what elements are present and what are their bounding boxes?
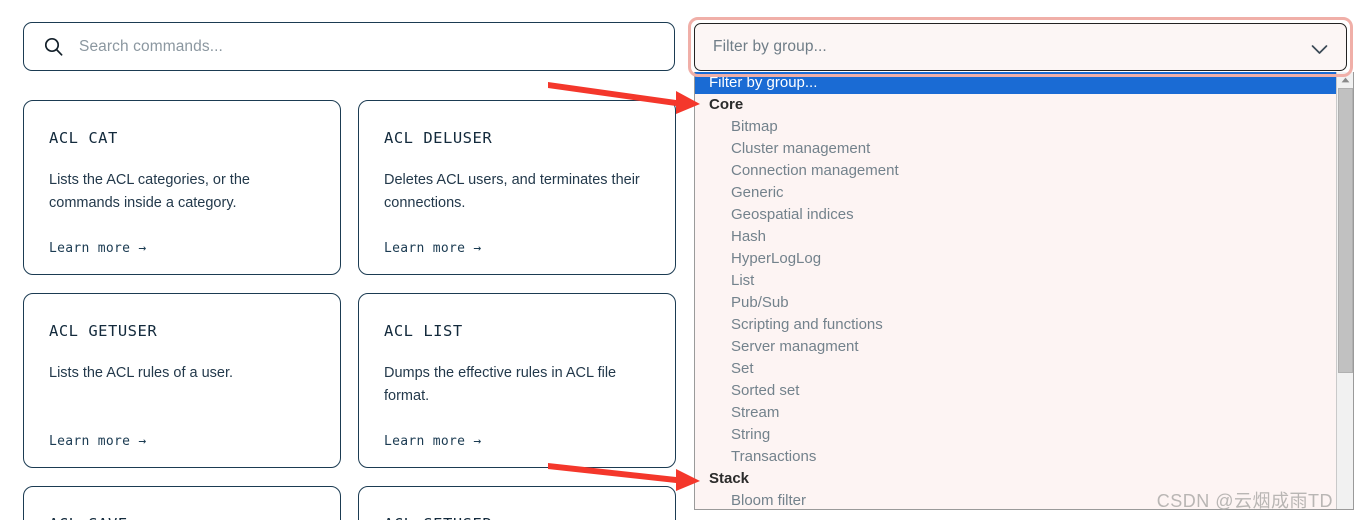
command-browser-page: Search commands... ACL CAT Lists the ACL…	[0, 0, 1355, 520]
option-server-managment[interactable]: Server managment	[695, 336, 1353, 358]
command-card[interactable]: ACL SETUSER	[358, 486, 676, 520]
command-card-grid: ACL CAT Lists the ACL categories, or the…	[23, 100, 683, 520]
option-pub-sub[interactable]: Pub/Sub	[695, 292, 1353, 314]
chevron-down-icon	[1311, 42, 1328, 54]
command-title: ACL CAT	[49, 129, 118, 147]
learn-more-link[interactable]: Learn more →	[384, 241, 650, 256]
option-connection-management[interactable]: Connection management	[695, 160, 1353, 182]
option-filter-by-group[interactable]: Filter by group...	[695, 72, 1353, 94]
command-title: ACL LIST	[384, 322, 463, 340]
option-generic[interactable]: Generic	[695, 182, 1353, 204]
command-title: ACL GETUSER	[49, 322, 158, 340]
command-title: ACL SAVE	[49, 515, 315, 520]
learn-more-link[interactable]: Learn more →	[384, 434, 650, 449]
option-cluster-management[interactable]: Cluster management	[695, 138, 1353, 160]
option-stream[interactable]: Stream	[695, 402, 1353, 424]
scroll-up-icon[interactable]	[1337, 72, 1353, 87]
command-description: Lists the ACL rules of a user.	[49, 365, 234, 381]
search-icon	[44, 37, 63, 56]
command-card[interactable]: ACL LIST Dumps the effective rules in AC…	[358, 293, 676, 468]
command-description: Deletes ACL users, and terminates their …	[384, 172, 640, 212]
command-card[interactable]: ACL GETUSER Lists the ACL rules of a use…	[23, 293, 341, 468]
csdn-watermark: CSDN @云烟成雨TD	[1156, 491, 1333, 511]
filter-by-group-listbox[interactable]: Filter by group... Core Bitmap Cluster m…	[694, 72, 1354, 510]
command-card[interactable]: ACL SAVE	[23, 486, 341, 520]
option-list[interactable]: List	[695, 270, 1353, 292]
optgroup-core: Core	[709, 96, 744, 113]
command-card[interactable]: ACL CAT Lists the ACL categories, or the…	[23, 100, 341, 275]
scrollbar-thumb[interactable]	[1338, 88, 1353, 373]
listbox-scrollbar[interactable]	[1336, 72, 1353, 509]
option-hash[interactable]: Hash	[695, 226, 1353, 248]
learn-more-link[interactable]: Learn more →	[49, 434, 315, 449]
filter-by-group-value: Filter by group...	[713, 38, 827, 55]
option-transactions[interactable]: Transactions	[695, 446, 1353, 468]
option-hyperloglog[interactable]: HyperLogLog	[695, 248, 1353, 270]
filter-by-group-select[interactable]: Filter by group...	[694, 23, 1347, 71]
search-input[interactable]: Search commands...	[23, 22, 675, 71]
option-scripting-and-functions[interactable]: Scripting and functions	[695, 314, 1353, 336]
option-geospatial-indices[interactable]: Geospatial indices	[695, 204, 1353, 226]
command-title: ACL SETUSER	[384, 515, 650, 520]
learn-more-link[interactable]: Learn more →	[49, 241, 315, 256]
commands-pane: Search commands... ACL CAT Lists the ACL…	[0, 0, 690, 520]
option-sorted-set[interactable]: Sorted set	[695, 380, 1353, 402]
command-description: Dumps the effective rules in ACL file fo…	[384, 365, 617, 405]
command-card[interactable]: ACL DELUSER Deletes ACL users, and termi…	[358, 100, 676, 275]
command-title: ACL DELUSER	[384, 129, 493, 147]
command-description: Lists the ACL categories, or the command…	[49, 172, 250, 212]
option-string[interactable]: String	[695, 424, 1353, 446]
option-bitmap[interactable]: Bitmap	[695, 116, 1353, 138]
search-placeholder: Search commands...	[79, 37, 223, 55]
option-set[interactable]: Set	[695, 358, 1353, 380]
